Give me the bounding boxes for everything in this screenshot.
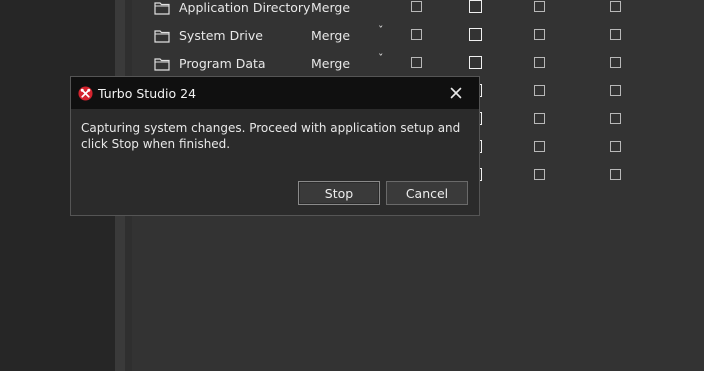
checkbox[interactable] bbox=[610, 113, 621, 124]
checkbox[interactable] bbox=[534, 85, 545, 96]
chevron-down-icon[interactable]: ˇ bbox=[378, 0, 384, 9]
dialog-title: Turbo Studio 24 bbox=[98, 86, 197, 101]
row-name: Application Directory bbox=[179, 0, 311, 15]
checkbox[interactable] bbox=[610, 85, 621, 96]
checkbox[interactable] bbox=[411, 1, 422, 12]
row-name: System Drive bbox=[179, 28, 263, 43]
chevron-down-icon[interactable]: ˇ bbox=[378, 24, 384, 37]
checkbox[interactable] bbox=[610, 57, 621, 68]
checkbox[interactable] bbox=[411, 57, 422, 68]
checkbox[interactable] bbox=[610, 169, 621, 180]
isolation-mode-select[interactable]: Merge bbox=[311, 28, 350, 43]
checkbox[interactable] bbox=[534, 29, 545, 40]
checkbox[interactable] bbox=[534, 113, 545, 124]
checkbox[interactable] bbox=[469, 28, 482, 41]
row-name: Program Data bbox=[179, 56, 266, 71]
cancel-button[interactable]: Cancel bbox=[386, 181, 468, 205]
checkbox[interactable] bbox=[610, 141, 621, 152]
checkbox[interactable] bbox=[411, 29, 422, 40]
turbo-studio-app-icon bbox=[78, 86, 93, 101]
dialog-title-bar[interactable]: Turbo Studio 24 bbox=[71, 77, 479, 109]
dialog-message: Capturing system changes. Proceed with a… bbox=[81, 121, 461, 151]
checkbox[interactable] bbox=[469, 0, 482, 13]
chevron-down-icon[interactable]: ˇ bbox=[378, 52, 384, 65]
checkbox[interactable] bbox=[534, 169, 545, 180]
checkbox[interactable] bbox=[534, 57, 545, 68]
checkbox[interactable] bbox=[610, 1, 621, 12]
close-button[interactable] bbox=[443, 81, 469, 105]
isolation-mode-select[interactable]: Merge bbox=[311, 56, 350, 71]
checkbox[interactable] bbox=[534, 141, 545, 152]
checkbox[interactable] bbox=[469, 56, 482, 69]
folder-icon bbox=[154, 58, 170, 71]
close-icon bbox=[450, 87, 462, 99]
stop-button[interactable]: Stop bbox=[298, 181, 380, 205]
capture-dialog: Turbo Studio 24 Capturing system changes… bbox=[70, 76, 480, 216]
checkbox[interactable] bbox=[610, 29, 621, 40]
folder-icon bbox=[154, 2, 170, 15]
isolation-mode-select[interactable]: Merge bbox=[311, 0, 350, 15]
checkbox[interactable] bbox=[534, 1, 545, 12]
folder-icon bbox=[154, 30, 170, 43]
